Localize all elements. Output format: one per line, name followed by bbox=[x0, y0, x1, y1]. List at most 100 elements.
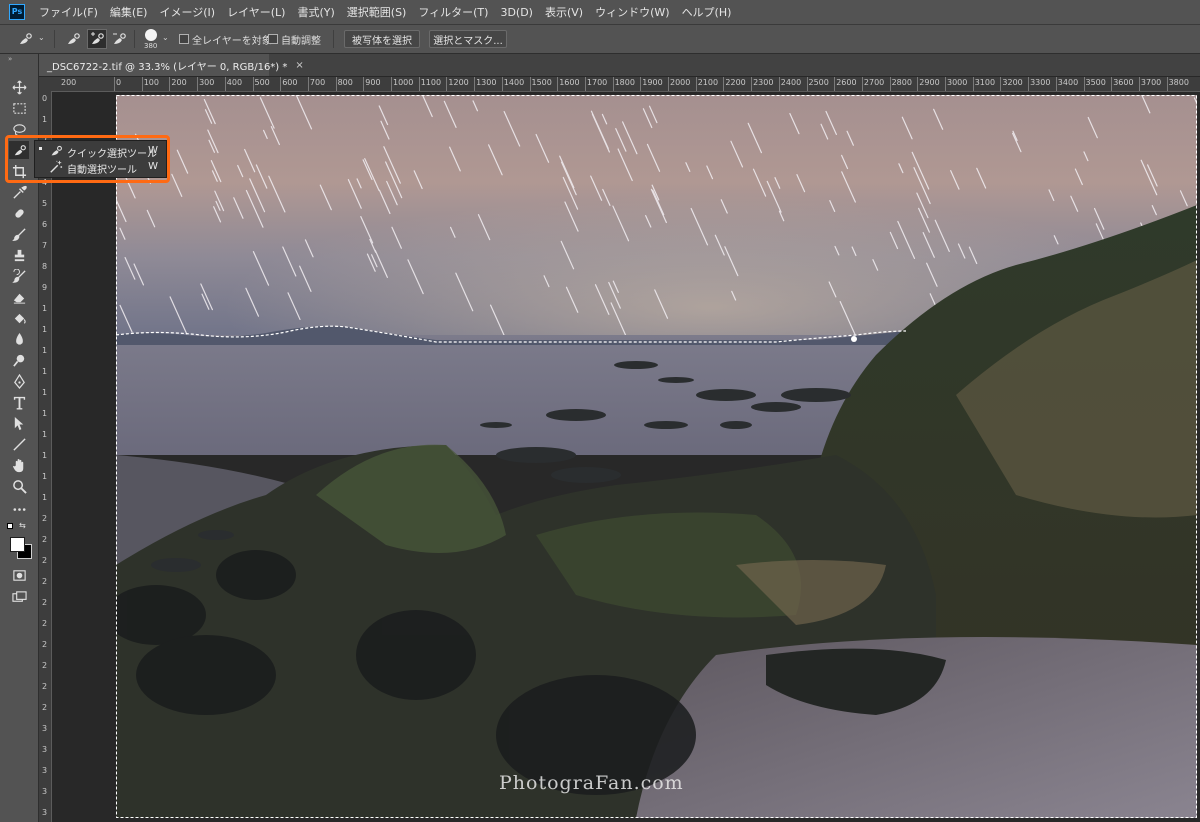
menu-help[interactable]: ヘルプ(H) bbox=[682, 4, 732, 20]
ruler-tick-label: 1200 bbox=[448, 78, 469, 87]
menu-bar: Ps ファイル(F) 編集(E) イメージ(I) レイヤー(L) 書式(Y) 選… bbox=[0, 0, 1200, 25]
flyout-item-magic-wand[interactable]: 自動選択ツール W bbox=[35, 159, 166, 176]
ruler-tick-label: 2500 bbox=[808, 78, 829, 87]
ruler-tick bbox=[1083, 77, 1085, 91]
menu-layer[interactable]: レイヤー(L) bbox=[227, 4, 285, 20]
paint-bucket-icon[interactable] bbox=[9, 309, 29, 327]
ruler-tick bbox=[861, 77, 863, 91]
brush-picker-chevron-icon[interactable]: ⌄ bbox=[162, 33, 169, 42]
swap-colors-icon[interactable]: ⇆ bbox=[19, 522, 26, 530]
default-colors-icon[interactable]: ⇆ bbox=[7, 522, 29, 532]
dodge-icon[interactable] bbox=[9, 351, 29, 369]
select-and-mask-button[interactable]: 選択とマスク... bbox=[429, 30, 507, 48]
ruler-tick-label: 3000 bbox=[947, 78, 968, 87]
marquee-icon[interactable] bbox=[9, 99, 29, 117]
document-image[interactable]: PhotograFan.com bbox=[116, 95, 1197, 818]
subtract-from-selection-icon[interactable] bbox=[110, 30, 128, 48]
foreground-color[interactable] bbox=[10, 537, 25, 552]
ruler-tick bbox=[834, 77, 836, 91]
ruler-tick bbox=[280, 77, 282, 91]
night-landscape-image bbox=[116, 95, 1197, 818]
ruler-tick-label: 1 bbox=[41, 451, 48, 460]
vertical-ruler[interactable]: 01234567891111111111222222222233333 bbox=[39, 91, 52, 822]
ruler-tick-label: 1 bbox=[41, 367, 48, 376]
ruler-tick bbox=[1055, 77, 1057, 91]
menu-file[interactable]: ファイル(F) bbox=[39, 4, 98, 20]
ruler-tick bbox=[474, 77, 476, 91]
ruler-tick bbox=[778, 77, 780, 91]
collapse-panel-icon[interactable]: » bbox=[8, 55, 12, 63]
path-selection-icon[interactable] bbox=[9, 414, 29, 432]
chevron-down-icon[interactable]: ⌄ bbox=[38, 33, 45, 42]
line-icon[interactable] bbox=[9, 435, 29, 453]
ruler-tick bbox=[557, 77, 559, 91]
document-tab[interactable]: _DSC6722-2.tif @ 33.3% (レイヤー 0, RGB/16*)… bbox=[39, 54, 304, 76]
stamp-icon[interactable] bbox=[9, 246, 29, 264]
ruler-tick-label: 1 bbox=[41, 388, 48, 397]
close-icon[interactable]: × bbox=[295, 60, 303, 71]
ruler-tick-label: 9 bbox=[41, 283, 48, 292]
ruler-tick-label: 3 bbox=[41, 766, 48, 775]
ruler-tick-label: 1 bbox=[41, 325, 48, 334]
ruler-tick-label: 0 bbox=[41, 94, 48, 103]
new-selection-icon[interactable] bbox=[64, 30, 82, 48]
screen-mode-icon[interactable] bbox=[9, 588, 29, 606]
ruler-tick-label: 1600 bbox=[559, 78, 580, 87]
blur-icon[interactable] bbox=[9, 330, 29, 348]
ruler-tick bbox=[640, 77, 642, 91]
quick-mask-icon[interactable] bbox=[9, 566, 29, 584]
auto-enhance-checkbox[interactable] bbox=[268, 34, 278, 44]
brush-preview-icon[interactable] bbox=[145, 29, 157, 41]
brush-icon[interactable] bbox=[9, 225, 29, 243]
healing-icon[interactable] bbox=[9, 204, 29, 222]
ruler-tick bbox=[1138, 77, 1140, 91]
menu-edit[interactable]: 編集(E) bbox=[110, 4, 148, 20]
flyout-item-quick-selection[interactable]: クイック選択ツール W bbox=[35, 143, 166, 160]
watermark-text: PhotograFan.com bbox=[499, 772, 684, 794]
tool-preset-picker-icon[interactable] bbox=[16, 30, 34, 48]
ruler-tick-label: 700 bbox=[309, 78, 326, 87]
ruler-tick-label: 2 bbox=[41, 598, 48, 607]
ruler-tick bbox=[418, 77, 420, 91]
move-icon[interactable] bbox=[9, 78, 29, 96]
ruler-tick bbox=[917, 77, 919, 91]
ruler-tick-label: 2 bbox=[41, 640, 48, 649]
ruler-tick bbox=[169, 77, 171, 91]
ruler-tick-label: 3800 bbox=[1168, 78, 1189, 87]
ruler-tick bbox=[224, 77, 226, 91]
type-icon[interactable] bbox=[9, 393, 29, 411]
pen-icon[interactable] bbox=[9, 372, 29, 390]
ruler-tick bbox=[584, 77, 586, 91]
ruler-tick-label: 1 bbox=[41, 304, 48, 313]
ruler-tick-label: 2000 bbox=[670, 78, 691, 87]
menu-select[interactable]: 選択範囲(S) bbox=[347, 4, 407, 20]
horizontal-ruler[interactable]: 200 0 100 200 300 400 500 600 700 800 900 1000 1100 1… bbox=[51, 77, 1200, 92]
ruler-tick bbox=[141, 77, 143, 91]
menu-3d[interactable]: 3D(D) bbox=[500, 6, 533, 19]
sample-all-layers-checkbox[interactable] bbox=[179, 34, 189, 44]
add-to-selection-icon[interactable] bbox=[87, 29, 107, 49]
hand-icon[interactable] bbox=[9, 456, 29, 474]
menu-type[interactable]: 書式(Y) bbox=[297, 4, 334, 20]
ruler-tick bbox=[446, 77, 448, 91]
ruler-tick-label: 3 bbox=[41, 787, 48, 796]
ruler-tick-label: 1900 bbox=[642, 78, 663, 87]
eyedropper-icon[interactable] bbox=[9, 183, 29, 201]
ruler-tick-label: 8 bbox=[41, 262, 48, 271]
color-swatches[interactable] bbox=[10, 537, 36, 561]
zoom-icon[interactable] bbox=[9, 477, 29, 495]
ruler-tick-label: 2400 bbox=[780, 78, 802, 87]
ruler-tick bbox=[1028, 77, 1030, 91]
history-brush-icon[interactable] bbox=[9, 267, 29, 285]
menu-image[interactable]: イメージ(I) bbox=[159, 4, 215, 20]
select-subject-button[interactable]: 被写体を選択 bbox=[344, 30, 420, 48]
menu-window[interactable]: ウィンドウ(W) bbox=[595, 4, 669, 20]
menu-filter[interactable]: フィルター(T) bbox=[418, 4, 488, 20]
ruler-tick bbox=[1000, 77, 1002, 91]
more-icon[interactable] bbox=[9, 500, 29, 518]
ruler-tick-label: 1400 bbox=[503, 78, 525, 87]
menu-view[interactable]: 表示(V) bbox=[545, 4, 583, 20]
active-bullet-icon bbox=[39, 147, 42, 150]
ruler-tick-label: 2 bbox=[41, 619, 48, 628]
eraser-icon[interactable] bbox=[9, 288, 29, 306]
